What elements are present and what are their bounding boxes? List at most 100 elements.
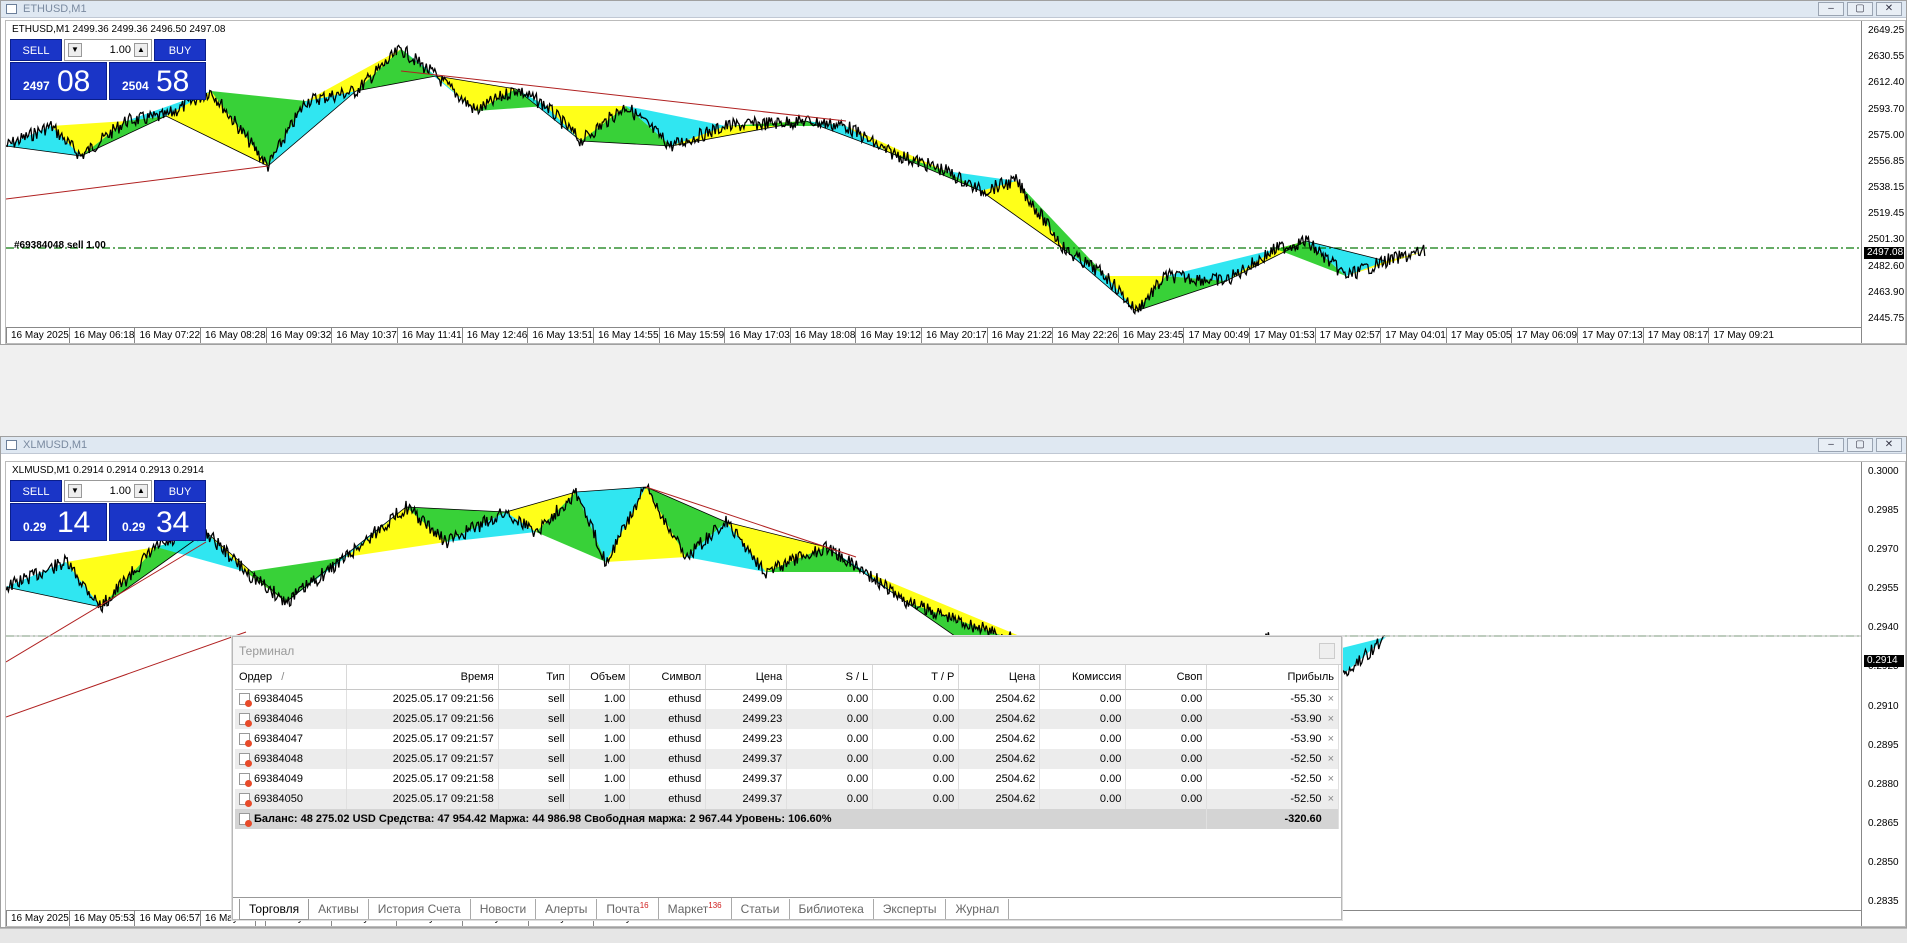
tab-7[interactable]: Статьи [732,899,790,919]
table-row[interactable]: 69384048 2025.05.17 09:21:57 sell 1.00 ethus… [235,749,1339,769]
eth-chart-window[interactable]: ETHUSD,M1 – ▢ ✕ ETHUSD,M1 2499.36 2499.3… [0,0,1907,345]
x-tick-label: 16 May 18:08 [789,328,855,343]
remove-order-icon[interactable]: × [1322,793,1334,805]
buy-button[interactable]: BUY [154,39,206,61]
minimize-icon[interactable]: – [1818,2,1844,16]
col-symbol[interactable]: Символ [629,665,707,690]
x-tick-label: 16 May 06:18 [68,328,134,343]
x-tick-label: 16 May 15:59 [658,328,724,343]
terminal-tabs: Торговля Активы История Счета Новости Алерты… [233,897,1341,920]
tab-9[interactable]: Эксперты [874,899,947,919]
x-tick-label: 16 May 07:22 [134,328,200,343]
x-tick-label: 16 May 19:12 [855,328,921,343]
y-tick-label: 0.2910 [1868,700,1899,712]
table-row[interactable]: 69384045 2025.05.17 09:21:56 sell 1.00 ethus… [235,689,1339,709]
eth-one-click-trading: SELL ▼ 1.00 ▲ BUY 2497 08 2504 58 [10,39,206,101]
tab-4[interactable]: Алерты [536,899,598,919]
sell-button[interactable]: SELL [10,480,62,502]
y-tick-label: 2519.45 [1868,208,1905,220]
table-row[interactable]: 69384049 2025.05.17 09:21:58 sell 1.00 ethus… [235,769,1339,789]
col-sl[interactable]: S / L [786,665,874,690]
window-icon [6,440,17,450]
xlm-window-title: XLMUSD,M1 [23,439,88,451]
col-volume[interactable]: Объем [569,665,631,690]
table-row[interactable]: 69384047 2025.05.17 09:21:57 sell 1.00 ethus… [235,729,1339,749]
remove-order-icon[interactable]: × [1322,733,1334,745]
col-swap[interactable]: Своп [1125,665,1208,690]
tab-0[interactable]: Торговля [239,899,310,920]
maximize-icon[interactable]: ▢ [1847,2,1873,16]
order-line-label: #69384048 sell 1.00 [14,240,106,251]
ask-price[interactable]: 0.29 34 [109,503,206,541]
col-profit[interactable]: Прибыль [1206,665,1339,690]
x-tick-label: 17 May 02:57 [1314,328,1380,343]
arrow-down-icon[interactable]: ▼ [68,43,82,57]
eth-price-series [6,44,1866,316]
y-tick-label: 0.2865 [1868,817,1899,829]
remove-order-icon[interactable]: × [1322,693,1334,705]
col-time[interactable]: Время [346,665,499,690]
col-order[interactable]: Ордер / [235,665,347,690]
trend-line [885,150,982,192]
y-tick-label: 2538.15 [1868,182,1905,194]
x-tick-label: 17 May 01:53 [1249,328,1315,343]
tab-5[interactable]: Почта16 [597,898,659,919]
bid-price[interactable]: 0.29 14 [10,503,107,541]
close-icon[interactable] [1319,643,1335,659]
arrow-up-icon[interactable]: ▲ [134,43,148,57]
minimize-icon[interactable]: – [1818,438,1844,452]
order-icon [239,713,252,728]
y-tick-label: 2649.25 [1868,25,1905,36]
ask-price[interactable]: 2504 58 [109,62,206,100]
x-tick-label: 16 May 10:37 [331,328,397,343]
remove-order-icon[interactable]: × [1322,773,1334,785]
x-tick-label: 16 May 2025 [6,911,69,926]
x-tick-label: 16 May 17:03 [724,328,790,343]
col-type[interactable]: Тип [498,665,570,690]
y-tick-label: 2593.70 [1868,103,1905,115]
col-commission[interactable]: Комиссия [1039,665,1127,690]
y-tick-label: 2501.30 [1868,234,1905,246]
buy-button[interactable]: BUY [154,480,206,502]
col-current-price[interactable]: Цена [958,665,1041,690]
tab-1[interactable]: Активы [309,899,369,919]
current-price-tag: 0.2914 [1864,655,1904,667]
x-tick-label: 16 May 05:53 [68,911,134,926]
tab-8[interactable]: Библиотека [790,899,874,919]
remove-order-icon[interactable]: × [1322,753,1334,765]
y-tick-label: 0.2955 [1868,583,1899,595]
x-tick-label: 17 May 09:21 [1708,328,1774,343]
x-tick-label: 16 May 22:26 [1052,328,1118,343]
maximize-icon[interactable]: ▢ [1847,438,1873,452]
arrow-down-icon[interactable]: ▼ [68,484,82,498]
table-row[interactable]: 69384050 2025.05.17 09:21:58 sell 1.00 ethus… [235,789,1339,809]
tab-3[interactable]: Новости [471,899,537,919]
tab-2[interactable]: История Счета [369,899,471,919]
lot-size-input[interactable]: ▼ 1.00 ▲ [64,480,152,502]
col-price[interactable]: Цена [705,665,788,690]
eth-window-titlebar[interactable]: ETHUSD,M1 – ▢ ✕ [1,1,1906,18]
y-tick-label: 0.2985 [1868,505,1899,517]
xlm-window-titlebar[interactable]: XLMUSD,M1 – ▢ ✕ [1,437,1906,454]
arrow-up-icon[interactable]: ▲ [134,484,148,498]
balance-icon [239,813,252,828]
col-tp[interactable]: T / P [872,665,960,690]
close-icon[interactable]: ✕ [1876,2,1902,16]
y-tick-label: 0.2880 [1868,778,1899,790]
close-icon[interactable]: ✕ [1876,438,1902,452]
x-tick-label: 16 May 12:46 [461,328,527,343]
table-row[interactable]: 69384046 2025.05.17 09:21:56 sell 1.00 ethus… [235,709,1339,729]
lot-size-input[interactable]: ▼ 1.00 ▲ [64,39,152,61]
terminal-panel[interactable]: Терминал Ордер / Время Тип Объем Символ … [232,636,1342,920]
tab-10[interactable]: Журнал [946,899,1010,919]
remove-order-icon[interactable]: × [1322,713,1334,725]
y-tick-label: 2482.60 [1868,260,1905,272]
order-icon [239,693,252,708]
sell-button[interactable]: SELL [10,39,62,61]
eth-price-chart[interactable]: ETHUSD,M1 2499.36 2499.36 2496.50 2497.0… [5,20,1906,344]
y-tick-label: 2612.40 [1868,77,1905,89]
x-tick-label: 16 May 14:55 [592,328,659,343]
bid-price[interactable]: 2497 08 [10,62,107,100]
terminal-title: Терминал [233,637,1341,665]
tab-6[interactable]: Маркет136 [659,898,732,919]
